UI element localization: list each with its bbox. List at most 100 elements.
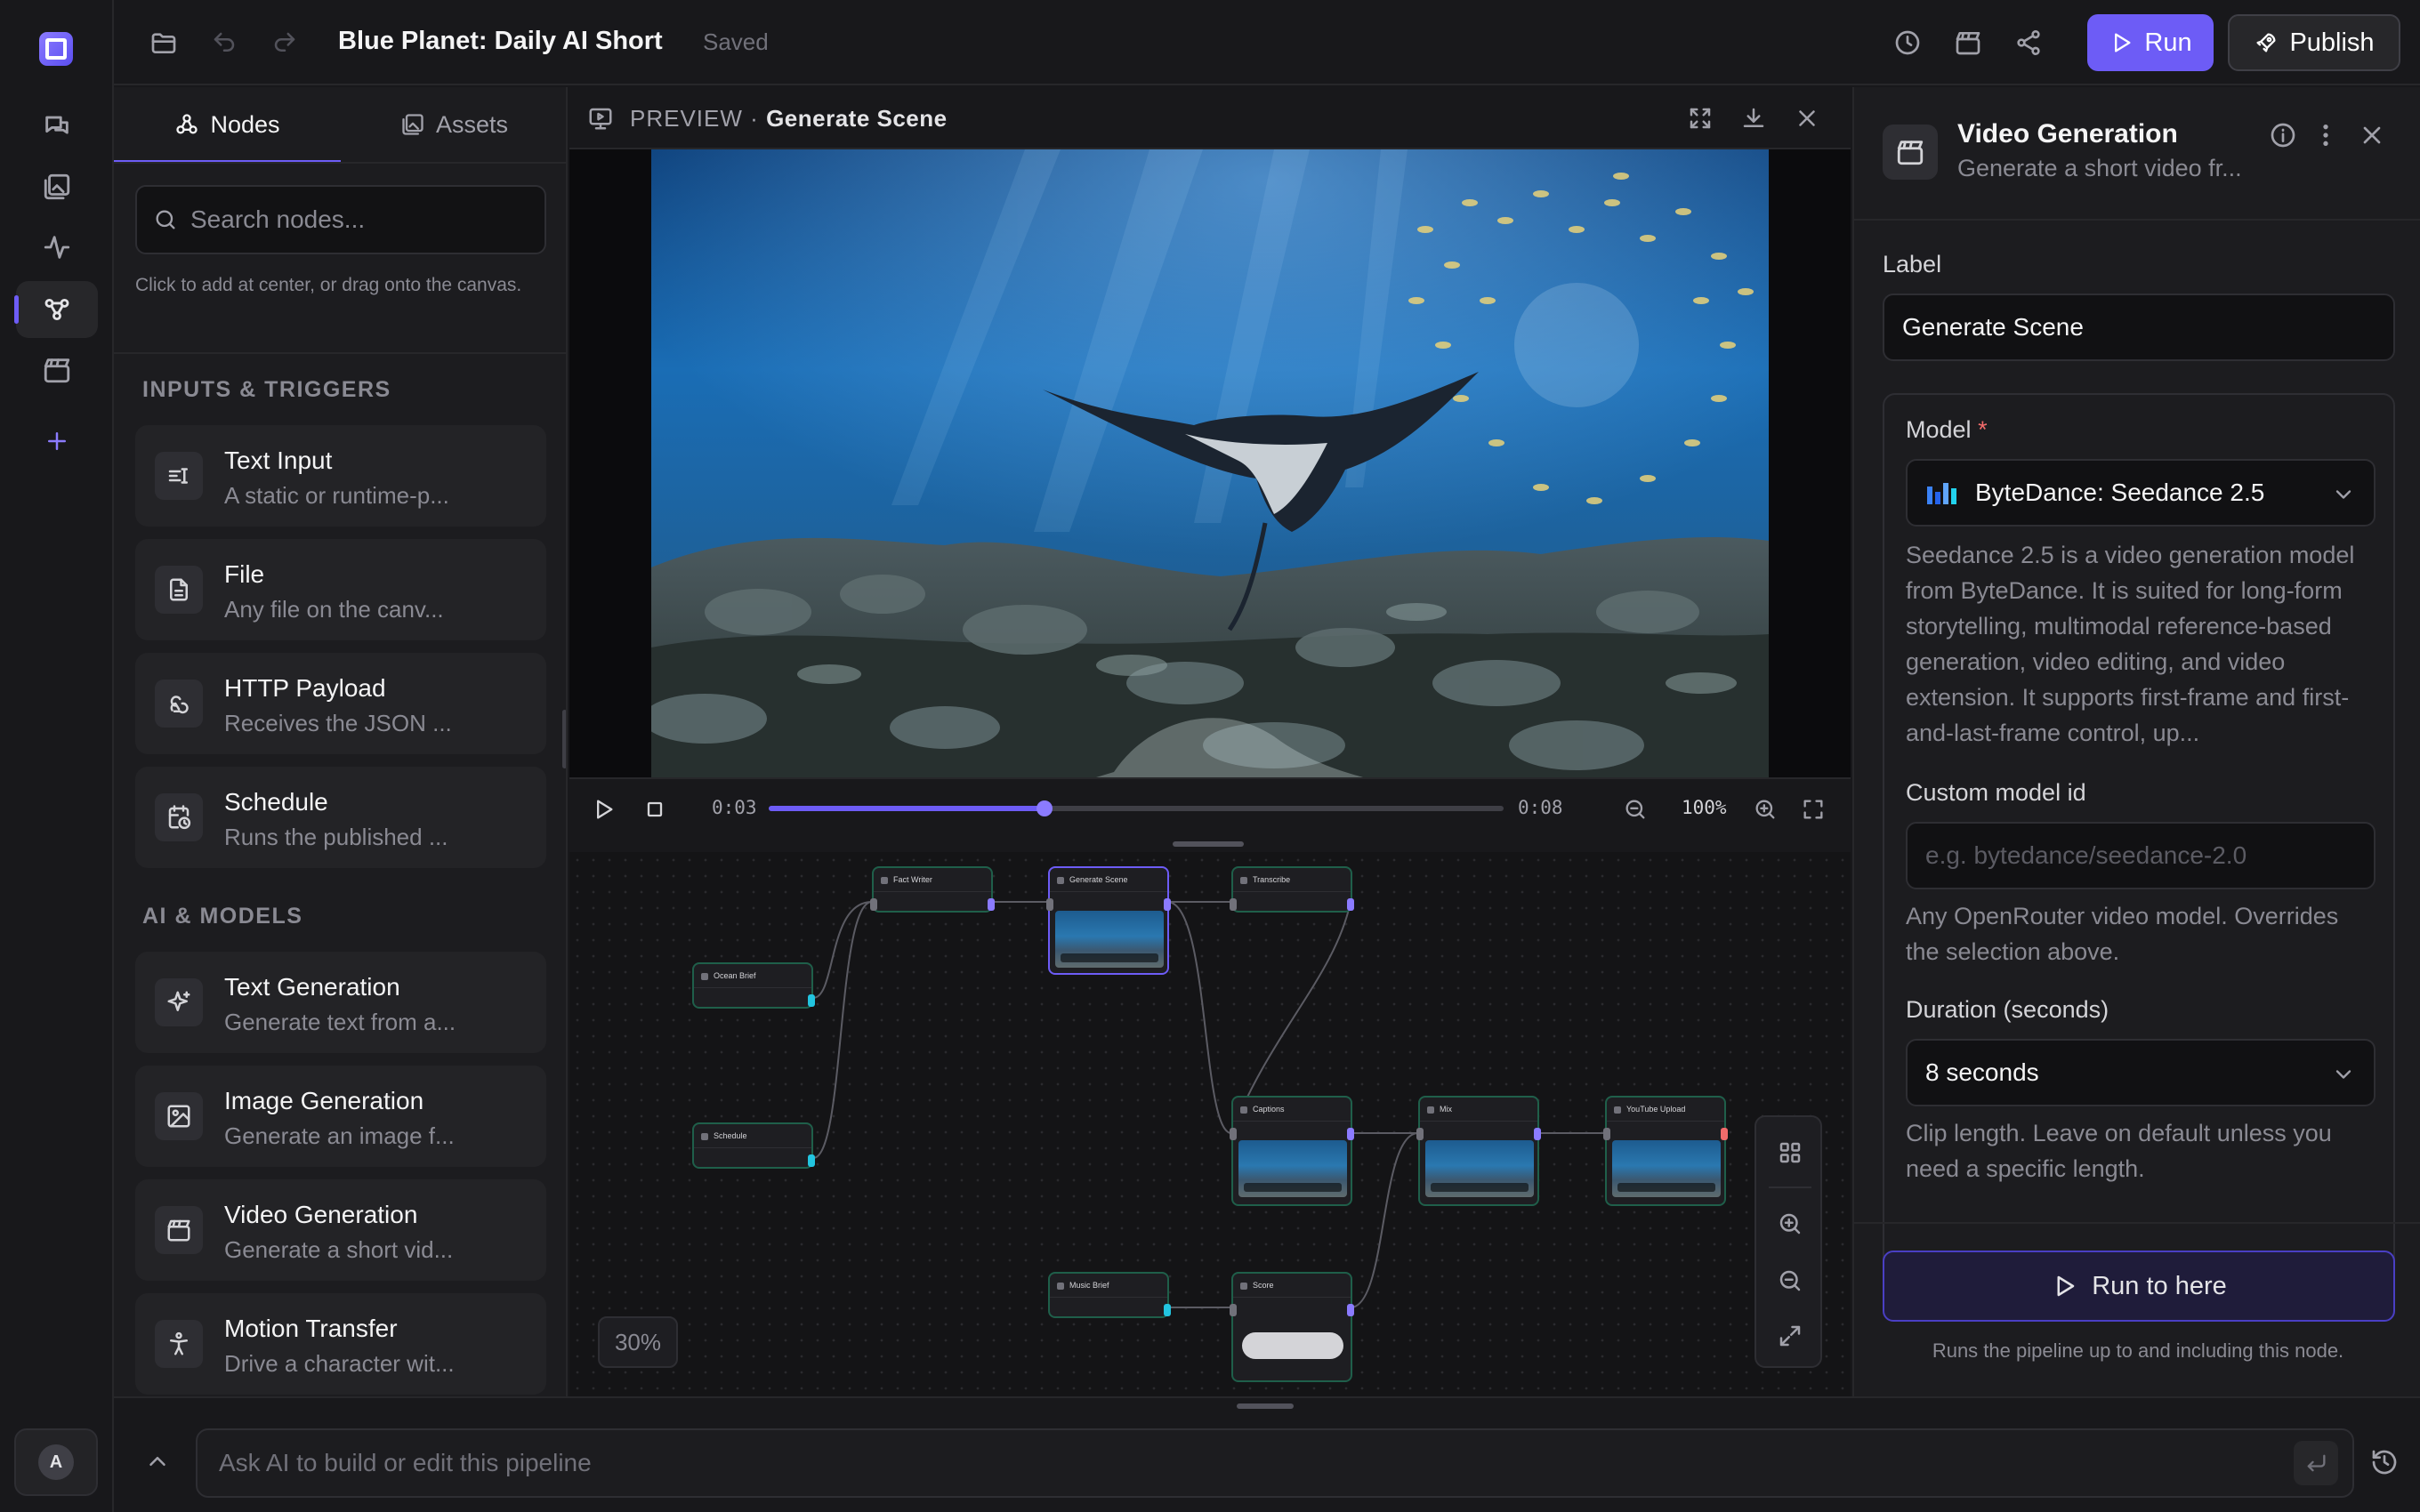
input-port[interactable] — [1603, 1128, 1610, 1140]
node-item-image-generation[interactable]: Image Generation Generate an image f... — [135, 1066, 546, 1167]
graph-node-transcribe[interactable]: Transcribe — [1230, 866, 1354, 913]
graph-node-schedule[interactable]: Schedule — [692, 1122, 815, 1169]
graph-node-ocean-brief[interactable]: Ocean Brief — [692, 962, 815, 1009]
preview-video-frame[interactable] — [651, 149, 1769, 777]
output-port[interactable] — [808, 994, 815, 1007]
node-video-thumbnail[interactable] — [1425, 1140, 1534, 1197]
node-item-text-generation[interactable]: Text Generation Generate text from a... — [135, 952, 546, 1053]
download-icon[interactable] — [1740, 105, 1767, 132]
progress-knob[interactable] — [1036, 800, 1053, 816]
node-video-thumbnail[interactable] — [1612, 1140, 1721, 1197]
panel-scrollbar[interactable] — [562, 710, 566, 768]
canvas-toolbar — [1754, 1115, 1822, 1368]
node-video-thumbnail[interactable] — [1238, 1140, 1347, 1197]
node-audio-player[interactable] — [1242, 1332, 1343, 1359]
output-port[interactable] — [1347, 1128, 1354, 1140]
preview-node-name: Generate Scene — [766, 105, 948, 132]
zoom-out-icon[interactable] — [1623, 797, 1648, 822]
node-video-thumbnail[interactable] — [1055, 911, 1164, 968]
output-port[interactable] — [1164, 1304, 1171, 1316]
assistant-input[interactable] — [219, 1449, 2265, 1477]
history-icon[interactable] — [1890, 25, 1925, 60]
add-icon[interactable] — [16, 413, 98, 470]
node-item-motion-transfer[interactable]: Motion Transfer Drive a character wit... — [135, 1293, 546, 1395]
output-port[interactable] — [1721, 1128, 1728, 1140]
clapperboard-icon[interactable] — [1950, 25, 1986, 60]
expand-icon[interactable] — [1687, 105, 1714, 132]
zoom-out-icon[interactable] — [1772, 1263, 1808, 1299]
play-icon — [2057, 1275, 2075, 1297]
history-icon[interactable] — [2370, 1448, 2399, 1476]
progress-track[interactable] — [769, 800, 1504, 816]
gallery-icon[interactable] — [16, 158, 98, 215]
output-port[interactable] — [1347, 1304, 1354, 1316]
undo-icon[interactable] — [206, 25, 242, 60]
output-port[interactable] — [1164, 898, 1171, 911]
clapperboard-icon[interactable] — [16, 342, 98, 398]
node-item-text-input[interactable]: Text Input A static or runtime-p... — [135, 425, 546, 527]
graph-node-youtube-upload[interactable]: YouTube Upload — [1603, 1096, 1728, 1206]
custom-model-input[interactable] — [1925, 841, 2343, 870]
chat-icon[interactable] — [16, 98, 98, 155]
label-input[interactable] — [1902, 313, 2320, 342]
pipeline-title[interactable]: Blue Planet: Daily AI Short — [338, 27, 663, 56]
workflow-icon[interactable] — [14, 281, 98, 338]
input-port[interactable] — [1230, 1128, 1237, 1140]
input-port[interactable] — [1230, 898, 1237, 911]
node-item-title: Motion Transfer — [224, 1315, 398, 1342]
close-icon[interactable] — [2358, 121, 2386, 149]
label-field[interactable] — [1883, 294, 2395, 361]
graph-node-mix[interactable]: Mix — [1416, 1096, 1541, 1206]
graph-node-generate-scene[interactable]: Generate Scene — [1046, 866, 1171, 975]
search-input[interactable] — [190, 205, 528, 234]
model-select[interactable]: ByteDance: Seedance 2.5 — [1906, 459, 2376, 527]
play-icon[interactable] — [591, 797, 616, 822]
run-to-here-button[interactable]: Run to here — [1883, 1251, 2395, 1322]
activity-icon[interactable] — [16, 219, 98, 276]
publish-button[interactable]: Publish — [2228, 14, 2400, 71]
resize-handle[interactable] — [1173, 841, 1244, 847]
share-icon[interactable] — [2011, 25, 2046, 60]
graph-node-captions[interactable]: Captions — [1230, 1096, 1354, 1206]
fit-view-icon[interactable] — [1772, 1318, 1808, 1354]
zoom-in-icon[interactable] — [1772, 1206, 1808, 1242]
redo-icon[interactable] — [267, 25, 302, 60]
tab-assets[interactable]: Assets — [341, 87, 566, 162]
fullscreen-icon[interactable] — [1801, 797, 1826, 822]
input-port[interactable] — [1416, 1128, 1424, 1140]
custom-model-field[interactable] — [1906, 822, 2376, 889]
close-icon[interactable] — [1794, 105, 1820, 132]
send-button[interactable] — [2294, 1441, 2338, 1485]
input-port[interactable] — [870, 898, 877, 911]
info-icon[interactable] — [2269, 121, 2297, 149]
tab-nodes[interactable]: Nodes — [114, 87, 341, 164]
pipeline-canvas[interactable]: Fact Writer Generate Scene Transcribe Oc… — [569, 852, 1851, 1396]
output-port[interactable] — [1347, 898, 1354, 911]
stop-icon[interactable] — [642, 797, 667, 822]
chevron-up-icon[interactable] — [144, 1448, 171, 1475]
grid-icon[interactable] — [1772, 1135, 1808, 1170]
graph-node-score[interactable]: Score — [1230, 1272, 1354, 1382]
more-icon[interactable] — [2311, 121, 2340, 149]
assistant-input-box[interactable] — [196, 1428, 2354, 1498]
output-port[interactable] — [988, 898, 995, 911]
input-port[interactable] — [1046, 898, 1053, 911]
avatar[interactable]: A — [14, 1428, 98, 1496]
folder-icon[interactable] — [146, 25, 182, 60]
graph-node-title: Fact Writer — [893, 875, 932, 884]
app-logo[interactable] — [39, 32, 73, 66]
run-button[interactable]: Run — [2087, 14, 2214, 71]
zoom-in-icon[interactable] — [1753, 797, 1778, 822]
resize-handle[interactable] — [1237, 1403, 1294, 1409]
node-item-schedule[interactable]: Schedule Runs the published ... — [135, 767, 546, 868]
node-item-video-generation[interactable]: Video Generation Generate a short vid... — [135, 1179, 546, 1281]
duration-select[interactable]: 8 seconds — [1906, 1039, 2376, 1106]
graph-node-fact-writer[interactable]: Fact Writer — [870, 866, 995, 913]
input-port[interactable] — [1230, 1304, 1237, 1316]
output-port[interactable] — [1534, 1128, 1541, 1140]
output-port[interactable] — [808, 1154, 815, 1167]
graph-node-music-brief[interactable]: Music Brief — [1048, 1272, 1171, 1318]
search-box[interactable] — [135, 185, 546, 254]
node-item-file[interactable]: File Any file on the canv... — [135, 539, 546, 640]
node-item-http-payload[interactable]: HTTP Payload Receives the JSON ... — [135, 653, 546, 754]
